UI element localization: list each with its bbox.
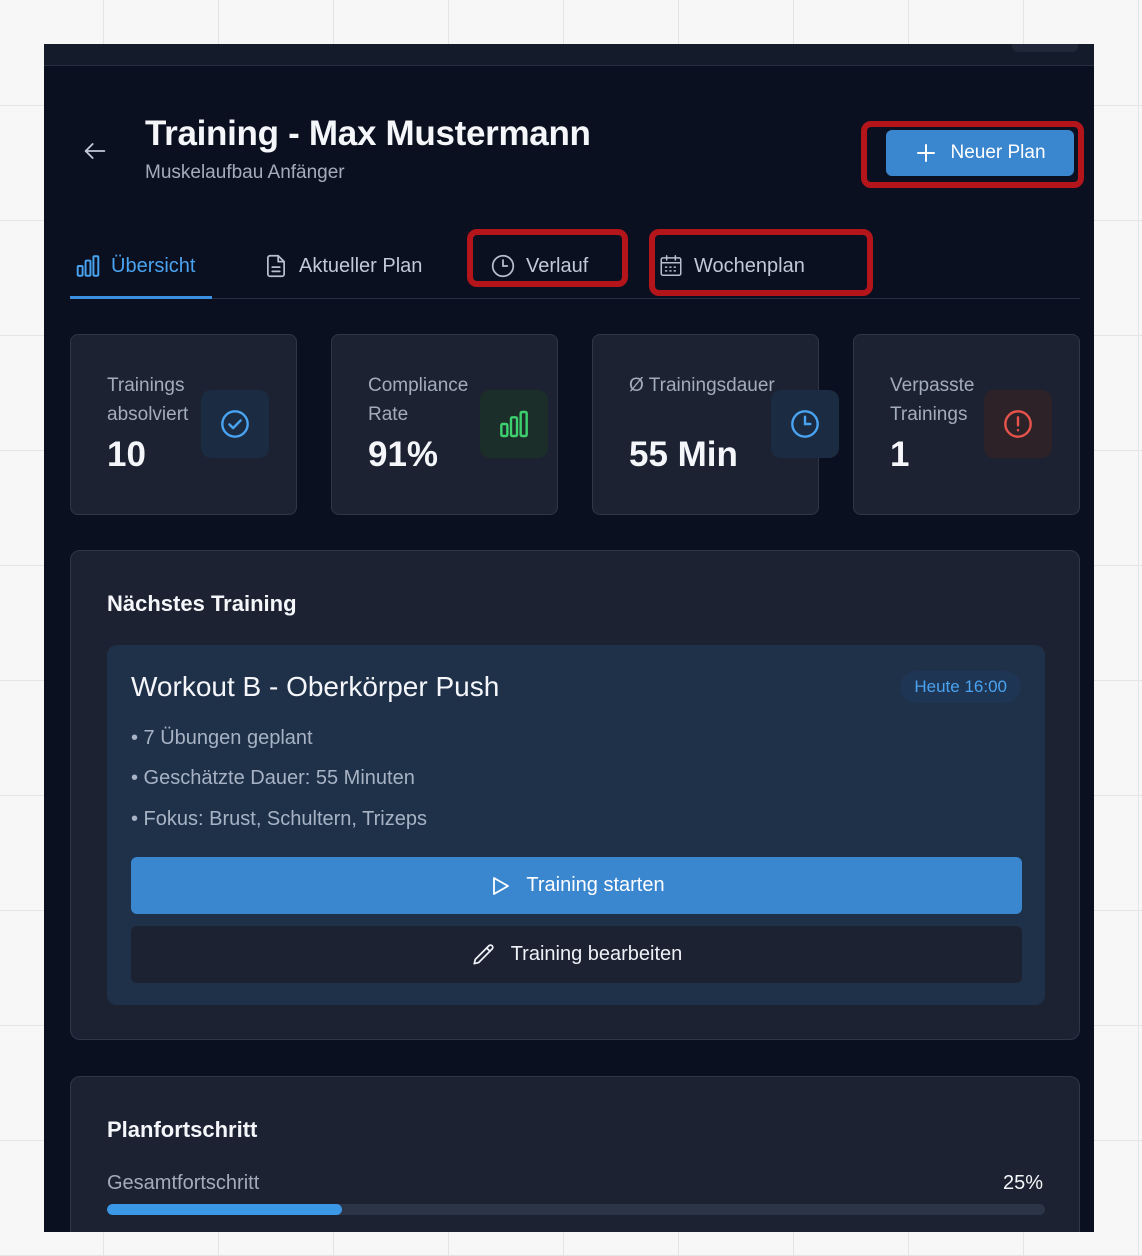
tab-history[interactable]: Verlauf [490,234,588,298]
pencil-icon [473,943,494,965]
tab-overview-label: Übersicht [111,254,196,277]
check-circle-icon [221,410,249,438]
back-button[interactable] [80,136,110,166]
workout-detail: • 7 Übungen geplant [131,727,313,749]
new-plan-button[interactable]: Neuer Plan [886,130,1074,176]
new-plan-label: Neuer Plan [950,142,1046,163]
plus-icon [917,144,936,162]
stat-value: 10 [107,435,146,474]
progress-label: Gesamtfortschritt [107,1172,260,1194]
document-icon [267,254,285,278]
workout-panel: Workout B - Oberkörper Push Heute 16:00 … [107,645,1045,1005]
stat-icon-box [771,390,839,458]
workout-detail: • Geschätzte Dauer: 55 Minuten [131,767,415,789]
workout-detail: • Fokus: Brust, Schultern, Trizeps [131,808,427,830]
stat-value: 55 Min [629,435,738,474]
plan-progress-card: Planfortschritt Gesamtfortschritt 25% [70,1076,1080,1232]
app-window: Training - Max Mustermann Muskelaufbau A… [44,44,1094,1232]
play-icon [493,876,510,895]
page-subtitle: Muskelaufbau Anfänger [145,162,345,183]
tab-week-plan[interactable]: Wochenplan [658,234,805,298]
stat-card-duration: Ø Trainingsdauer 55 Min [592,334,839,515]
stat-label: Compliance Rate [368,375,469,425]
clock-icon [491,254,515,278]
page-title: Training - Max Mustermann [145,114,591,153]
calendar-icon [660,254,682,276]
stat-card-missed: Verpasste Trainings 1 [853,334,1080,515]
plan-progress-heading: Planfortschritt [107,1117,258,1142]
bar-chart-icon [76,255,100,277]
next-training-card: Nächstes Training Workout B - Oberkörper… [70,550,1080,1040]
start-training-button[interactable]: Training starten [131,857,1022,914]
tab-bar: Übersicht Aktueller Plan Verlauf Wochenp… [70,234,1080,299]
time-badge: Heute 16:00 [900,671,1021,703]
stat-value: 1 [890,435,910,474]
arrow-left-icon [84,143,106,159]
stat-icon-box [480,390,548,458]
clock-icon [791,410,819,438]
stat-icon-box [984,390,1052,458]
progress-value: 25% [1002,1172,1043,1194]
tab-week-plan-label: Wochenplan [694,254,805,277]
tab-overview[interactable]: Übersicht [70,234,213,299]
top-strip-handle [1012,44,1078,52]
tab-current-plan-label: Aktueller Plan [299,254,423,277]
progress-track [107,1204,1045,1215]
start-training-label: Training starten [526,874,665,896]
edit-training-label: Training bearbeiten [510,943,683,965]
stat-card-compliance: Compliance Rate 91% [331,334,558,515]
stat-icon-box [201,390,269,458]
stat-value: 91% [368,435,439,474]
next-training-heading: Nächstes Training [107,591,297,616]
tab-history-label: Verlauf [526,254,589,277]
workout-title: Workout B - Oberkörper Push [131,671,500,702]
stat-label: Ø Trainingsdauer [629,375,775,396]
tab-current-plan[interactable]: Aktueller Plan [263,234,422,298]
edit-training-button[interactable]: Training bearbeiten [131,926,1022,983]
stat-card-completed: Trainings absolviert 10 [70,334,297,515]
top-strip [44,44,1094,66]
bar-chart-icon [500,410,528,438]
alert-circle-icon [1004,410,1032,438]
progress-fill [107,1204,342,1215]
